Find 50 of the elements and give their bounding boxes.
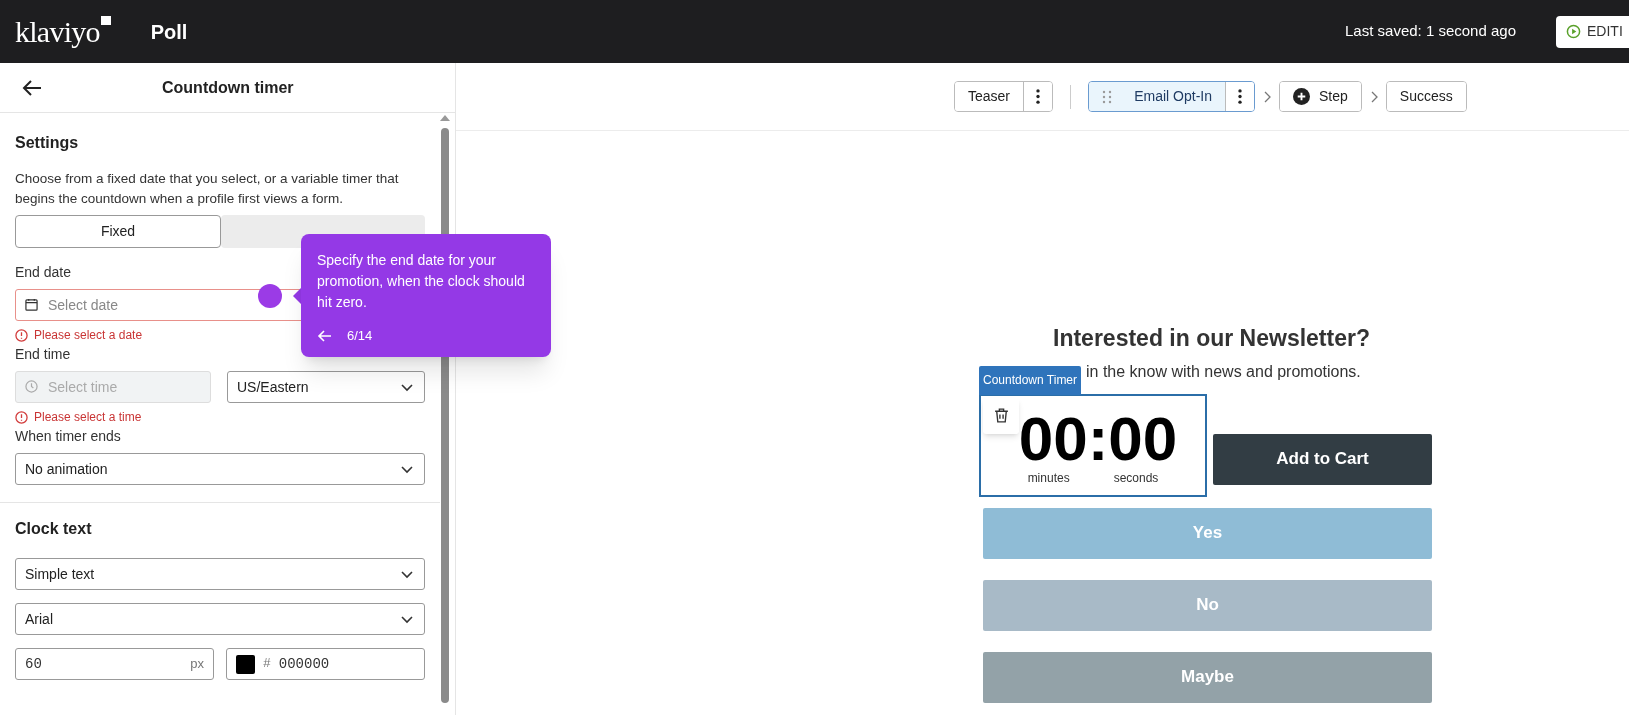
vertical-dots-icon [1238, 89, 1243, 104]
mode-tab[interactable]: Fixed [15, 215, 221, 248]
error-message: Please select a time [34, 409, 142, 426]
timer-unit-label: seconds [1113, 469, 1159, 487]
clock-icon [25, 380, 38, 393]
field-label: End date [15, 263, 72, 282]
font-dropdown[interactable]: Arial [15, 603, 425, 635]
more-options-button[interactable] [1023, 82, 1053, 111]
form-subtitle: in the know with news and promotions. [1086, 361, 1362, 382]
app-title: Poll [150, 19, 188, 45]
error-message: Please select a date [34, 327, 143, 344]
error-icon [15, 328, 28, 342]
color-field[interactable]: # 000000 [226, 648, 425, 680]
play-circle-icon [1566, 24, 1581, 39]
plus-circle-icon [1293, 88, 1311, 105]
color-swatch [236, 654, 255, 674]
back-arrow-icon[interactable] [317, 328, 333, 343]
font-size-field[interactable]: 60 px [15, 648, 214, 680]
drag-handle-icon [1102, 89, 1113, 104]
more-options-button[interactable] [1225, 82, 1255, 111]
timer-digits: 00:00 [1018, 407, 1178, 470]
editing-button[interactable]: EDITI [1556, 15, 1629, 48]
logo: klaviyo [15, 14, 100, 50]
delete-button[interactable] [983, 397, 1019, 434]
settings-description: Choose from a fixed date that you select, or a variable timer that begins the countdown when a profile first views a form. [15, 170, 400, 208]
timer-unit-label: minutes [1027, 469, 1070, 487]
field-label: When timer ends [15, 427, 121, 446]
field-label: End time [15, 345, 71, 364]
unit-label: px [190, 655, 204, 674]
logo-flag-icon [100, 16, 111, 25]
color-value: 000000 [278, 654, 330, 674]
section-heading: Settings [15, 133, 80, 153]
add-to-cart-button[interactable]: Add to Cart [1213, 433, 1432, 485]
step-counter: 6/14 [347, 327, 373, 345]
block-tag: Countdown Timer [979, 365, 1082, 395]
calendar-icon [25, 298, 38, 311]
section-heading: Clock text [15, 519, 93, 539]
form-heading: Interested in our Newsletter? [1052, 324, 1371, 353]
end-animation-dropdown[interactable]: No animation [15, 453, 425, 485]
text-style-dropdown[interactable]: Simple text [15, 558, 425, 590]
error-icon [15, 410, 28, 424]
step-tab[interactable]: Success [1386, 82, 1466, 111]
last-saved-text: Last saved: 1 second ago [1345, 21, 1516, 42]
step-tab[interactable]: Email Opt-In [1089, 82, 1226, 111]
trash-icon [992, 407, 1010, 424]
step-tab[interactable]: Step [1280, 82, 1361, 111]
panel-title: Countdown timer [162, 77, 294, 98]
vertical-dots-icon [1036, 89, 1041, 104]
scroll-up-icon[interactable] [440, 115, 450, 121]
hash-label: # [263, 655, 271, 674]
